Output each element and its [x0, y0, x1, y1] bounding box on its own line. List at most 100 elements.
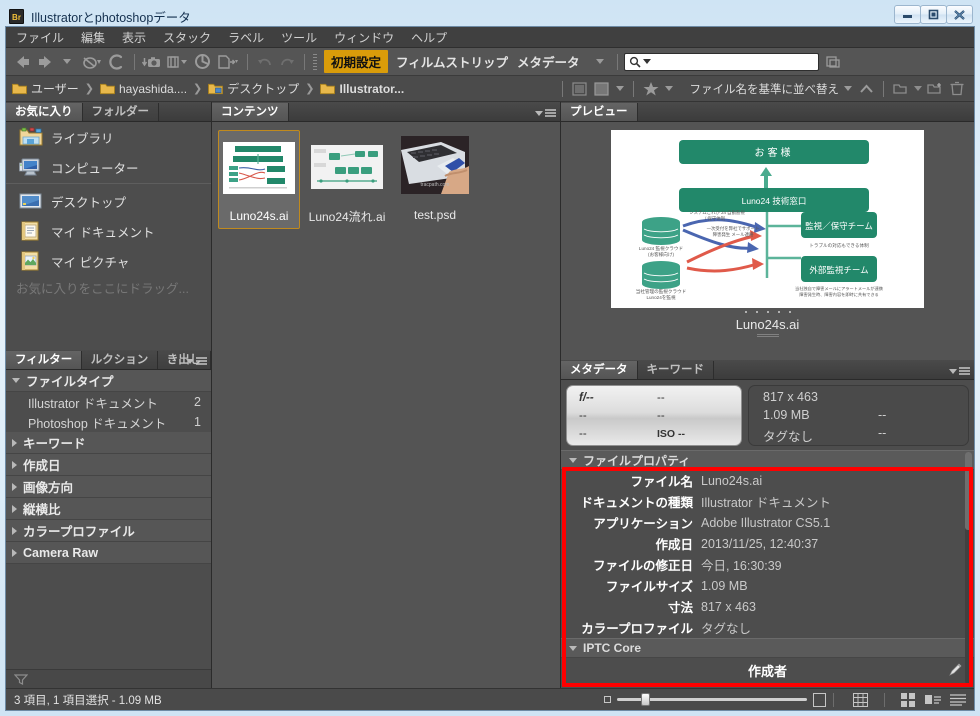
- pencil-edit-icon[interactable]: [949, 663, 962, 676]
- thumbnail-size-slider-knob[interactable]: [641, 693, 650, 706]
- metadata-scrollbar-thumb[interactable]: [965, 452, 972, 530]
- luno24-diagram: お客様 Luno24 技術窓口 Luno24 監視クラウド (お客様向け) 当社…: [611, 130, 924, 308]
- filter-panel-menu-button[interactable]: [186, 357, 207, 366]
- thumbnail-item-test-psd[interactable]: tracpath.com test.psd: [394, 130, 476, 229]
- metadata-panel-menu-button[interactable]: [949, 367, 970, 376]
- rotate-button[interactable]: [78, 51, 106, 73]
- metadata-section-iptc-core[interactable]: IPTC Core: [561, 638, 974, 658]
- output-button[interactable]: [213, 51, 241, 73]
- metadata-scrollbar[interactable]: [965, 452, 972, 684]
- sort-ascending-button[interactable]: [855, 78, 877, 100]
- application-frame: ファイル 編集 表示 スタック ラベル ツール ウィンドウ ヘルプ 初期設定 フ…: [5, 26, 975, 711]
- filter-label-button[interactable]: [591, 78, 613, 100]
- breadcrumb-item-2[interactable]: デスクトップ: [208, 80, 299, 97]
- forward-button[interactable]: [34, 51, 56, 73]
- details-view-icon[interactable]: [925, 694, 941, 706]
- workspace-grip[interactable]: [313, 53, 317, 70]
- workspace-metadata-button[interactable]: メタデータ: [517, 52, 580, 71]
- delete-button[interactable]: [946, 78, 968, 100]
- menu-label[interactable]: ラベル: [228, 29, 264, 46]
- workspace-filmstrip-button[interactable]: フィルムストリップ: [396, 52, 508, 71]
- preview-resize-grip[interactable]: [756, 334, 779, 338]
- search-scope-chevron-icon[interactable]: [642, 59, 651, 64]
- filter-item-label: Photoshop ドキュメント: [28, 416, 167, 431]
- back-button[interactable]: [12, 51, 34, 73]
- preview-image[interactable]: お客様 Luno24 技術窓口 Luno24 監視クラウド (お客様向け) 当社…: [611, 130, 924, 308]
- hamburger-icon: [959, 367, 970, 375]
- tab-favorites[interactable]: お気に入り: [6, 103, 83, 121]
- favorite-item-desktop[interactable]: デスクトップ: [6, 186, 211, 216]
- breadcrumb-item-3[interactable]: Illustrator...: [320, 82, 404, 96]
- batch-rename-button[interactable]: [163, 51, 191, 73]
- favorite-item-computer[interactable]: コンピューター: [6, 152, 211, 182]
- favorite-item-documents[interactable]: マイ ドキュメント: [6, 216, 211, 246]
- refresh-button[interactable]: [106, 51, 128, 73]
- rating-dropdown-button[interactable]: [662, 78, 676, 100]
- search-field-wrapper[interactable]: [623, 52, 819, 71]
- menu-edit[interactable]: 編集: [81, 29, 105, 46]
- maximize-button[interactable]: [920, 5, 947, 24]
- open-recent-folder-button[interactable]: [890, 78, 912, 100]
- list-view-icon[interactable]: [950, 693, 966, 706]
- close-button[interactable]: [946, 5, 973, 24]
- small-thumbnail-icon[interactable]: [604, 696, 611, 703]
- sort-label[interactable]: ファイル名を基準に並べ替え: [690, 81, 840, 97]
- sort-dropdown-button[interactable]: [841, 78, 855, 100]
- thumbnail-item-luno24flow[interactable]: Luno24流れ.ai: [306, 130, 388, 229]
- minimize-icon: [903, 15, 912, 18]
- tab-filter[interactable]: フィルター: [6, 351, 82, 369]
- filter-item-photoshop[interactable]: Photoshop ドキュメント 1: [6, 412, 211, 432]
- tab-collections[interactable]: ルクション: [81, 351, 158, 369]
- get-photos-from-camera-button[interactable]: [141, 51, 163, 73]
- redo-button[interactable]: [276, 51, 298, 73]
- grid-view-icon[interactable]: [853, 692, 868, 707]
- camera-raw-button[interactable]: [191, 51, 213, 73]
- metadata-section-file-properties[interactable]: ファイルプロパティ: [561, 450, 974, 470]
- undo-button[interactable]: [254, 51, 276, 73]
- content-panel-menu-button[interactable]: [535, 109, 556, 118]
- filter-section-keywords[interactable]: キーワード: [6, 432, 211, 454]
- compact-mode-button[interactable]: [823, 51, 845, 73]
- thumbnail-view-icon[interactable]: [901, 692, 916, 707]
- rating-filter-button[interactable]: [640, 78, 662, 100]
- menu-help[interactable]: ヘルプ: [411, 29, 447, 46]
- keep-filter-icon[interactable]: [14, 673, 28, 685]
- tab-content[interactable]: コンテンツ: [212, 103, 289, 121]
- filter-section-filetype[interactable]: ファイルタイプ: [6, 370, 211, 392]
- tab-keywords[interactable]: キーワード: [637, 361, 714, 379]
- filter-section-orientation[interactable]: 画像方向: [6, 476, 211, 498]
- metadata-scroll-area[interactable]: ファイルプロパティ ファイル名 Luno24s.ai ドキュメントの種類 Ill…: [561, 450, 974, 688]
- workspace-default-button[interactable]: 初期設定: [324, 50, 389, 73]
- new-folder-button[interactable]: [924, 78, 946, 100]
- metadata-row-creator[interactable]: 作成者: [561, 658, 974, 682]
- filter-dropdown-button[interactable]: [613, 78, 627, 100]
- breadcrumb-item-0[interactable]: ユーザー: [12, 80, 79, 97]
- menu-file[interactable]: ファイル: [16, 29, 64, 46]
- thumbnail-size-slider[interactable]: [617, 693, 807, 706]
- minimize-button[interactable]: [894, 5, 921, 24]
- filter-rating-button[interactable]: [569, 78, 591, 100]
- search-input[interactable]: [653, 54, 814, 69]
- filter-section-camera-raw[interactable]: Camera Raw: [6, 542, 211, 564]
- menu-window[interactable]: ウィンドウ: [334, 29, 394, 46]
- tab-metadata[interactable]: メタデータ: [561, 361, 638, 379]
- tab-preview[interactable]: プレビュー: [561, 103, 638, 121]
- menu-tools[interactable]: ツール: [281, 29, 317, 46]
- recent-dropdown-button[interactable]: [56, 51, 78, 73]
- tab-folders[interactable]: フォルダー: [82, 103, 159, 121]
- menu-view[interactable]: 表示: [122, 29, 146, 46]
- thumbnail-item-luno24s[interactable]: Luno24s.ai: [218, 130, 300, 229]
- filter-section-color-profile[interactable]: カラープロファイル: [6, 520, 211, 542]
- filter-section-created-date[interactable]: 作成日: [6, 454, 211, 476]
- thumbnail-caption: Luno24流れ.ai: [308, 210, 386, 224]
- workspace-more-button[interactable]: [589, 51, 611, 73]
- favorite-item-library[interactable]: ライブラリ: [6, 122, 211, 152]
- filter-section-aspect-ratio[interactable]: 縦横比: [6, 498, 211, 520]
- menu-stacks[interactable]: スタック: [163, 29, 211, 46]
- content-panel[interactable]: Luno24s.ai Luno24流れ.ai tracpath.com test…: [212, 122, 560, 688]
- large-thumbnail-icon[interactable]: [813, 692, 826, 707]
- filter-item-illustrator[interactable]: Illustrator ドキュメント 2: [6, 392, 211, 412]
- folder-dropdown-button[interactable]: [912, 78, 924, 100]
- favorite-item-pictures[interactable]: マイ ピクチャ: [6, 246, 211, 276]
- breadcrumb-item-1[interactable]: hayashida....: [99, 82, 187, 96]
